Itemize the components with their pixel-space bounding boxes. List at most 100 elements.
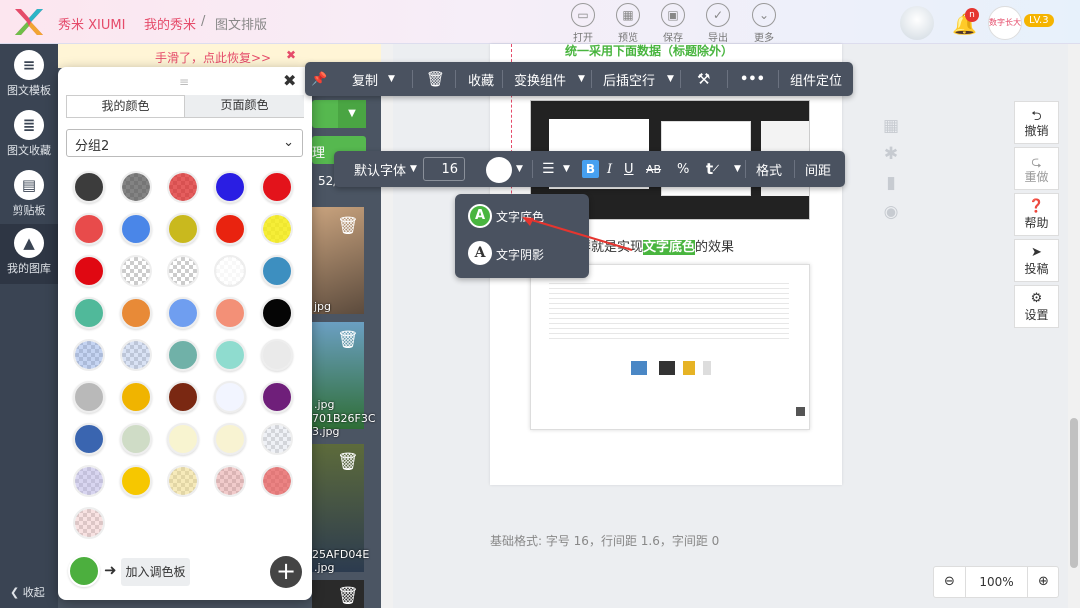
preview-button[interactable]: ▦ 预览 (610, 3, 646, 44)
tab-my-colors[interactable]: 我的颜色 (66, 95, 185, 117)
bar-chart-icon[interactable]: ▮ (880, 173, 902, 193)
color-swatch[interactable] (120, 171, 152, 203)
color-swatch[interactable] (167, 213, 199, 245)
nav-my-gallery[interactable]: ▲ 我的图库 (0, 224, 58, 284)
color-swatch[interactable] (167, 255, 199, 287)
avatar[interactable]: 数字长大 (988, 6, 1022, 40)
color-swatch[interactable] (261, 381, 293, 413)
color-swatch[interactable] (167, 339, 199, 371)
save-button[interactable]: ▣ 保存 (655, 3, 691, 44)
color-swatch[interactable] (73, 339, 105, 371)
color-swatch[interactable] (261, 255, 293, 287)
color-swatch[interactable] (214, 381, 246, 413)
color-swatch[interactable] (167, 297, 199, 329)
transform-button[interactable]: 变换组件 ▼ (514, 62, 585, 96)
spacing-button[interactable]: 间距 (805, 151, 831, 187)
group-select[interactable]: 分组2 ⌄ (66, 129, 303, 157)
text-background-icon[interactable]: A (468, 204, 492, 228)
caret-down-icon[interactable]: ▼ (516, 151, 523, 187)
color-swatch[interactable] (120, 297, 152, 329)
color-swatch[interactable] (214, 171, 246, 203)
color-swatch[interactable] (261, 339, 293, 371)
user-avatar-circle[interactable] (900, 6, 934, 40)
canvas-scrollbar[interactable] (1068, 44, 1080, 608)
collect-button[interactable]: 收藏 (468, 62, 494, 96)
nav-template[interactable]: ≡ 图文模板 (0, 46, 58, 104)
color-swatch[interactable] (120, 213, 152, 245)
asterisk-icon[interactable]: ✱ (880, 144, 902, 164)
caret-down-icon[interactable]: ▼ (734, 151, 741, 187)
nav-collect[interactable]: ≣ 图文收藏 (0, 106, 58, 164)
caret-down-icon[interactable]: ▼ (563, 151, 570, 187)
color-swatch[interactable] (120, 381, 152, 413)
format-button[interactable]: 格式 (756, 151, 782, 187)
close-icon[interactable]: ✖ (286, 48, 296, 62)
strikethrough-button[interactable]: AB (646, 151, 661, 187)
color-swatch[interactable] (167, 381, 199, 413)
export-button[interactable]: ✓ 导出 (700, 3, 736, 44)
color-swatch[interactable] (214, 297, 246, 329)
undo-button[interactable]: ⮌ 撤销 (1014, 101, 1059, 144)
trash-icon[interactable]: 🗑 (337, 586, 359, 606)
color-swatch[interactable] (73, 507, 105, 539)
color-swatch[interactable] (214, 255, 246, 287)
align-icon[interactable]: ☰ (542, 151, 555, 187)
open-button[interactable]: ▭ 打开 (565, 3, 601, 44)
xiumi-logo[interactable] (12, 6, 46, 38)
more-options-button[interactable]: ••• (740, 62, 765, 96)
close-icon[interactable]: ✖ (283, 71, 296, 90)
article-heading[interactable]: 统一采用下面数据（标题除外） (565, 42, 733, 59)
color-swatch[interactable] (261, 297, 293, 329)
trash-icon[interactable]: 🗑 (426, 62, 445, 96)
italic-button[interactable]: I (607, 151, 612, 187)
settings-button[interactable]: ⚙ 设置 (1014, 285, 1059, 328)
current-color-swatch[interactable] (68, 555, 100, 587)
color-swatch[interactable] (73, 381, 105, 413)
color-swatch[interactable] (120, 465, 152, 497)
text-effect-icon[interactable]: t ⟋ (706, 151, 719, 187)
collapse-button[interactable]: ❮ 收起 (10, 584, 45, 600)
font-select[interactable]: 默认字体 ▼ (354, 151, 417, 187)
zoom-level[interactable]: 100% (966, 567, 1027, 597)
crumb-mine[interactable]: 我的秀米 (144, 14, 196, 33)
nav-clipboard[interactable]: ▤ 剪贴板 (0, 166, 58, 224)
color-swatch[interactable] (167, 171, 199, 203)
grid-icon[interactable]: ▦ (880, 116, 902, 136)
color-swatch[interactable] (261, 213, 293, 245)
underline-button[interactable]: U (624, 151, 634, 187)
brand-link[interactable]: 秀米 XIUMI (58, 14, 125, 33)
trash-icon[interactable]: 🗑 (337, 216, 359, 236)
color-swatch[interactable] (120, 339, 152, 371)
color-swatch[interactable] (261, 171, 293, 203)
scrollbar-thumb[interactable] (1070, 418, 1078, 568)
tab-page-colors[interactable]: 页面颜色 (185, 95, 304, 117)
screenshot-image-2[interactable] (530, 264, 810, 430)
zoom-in-icon[interactable]: ⊕ (1027, 567, 1059, 597)
color-swatch[interactable] (73, 255, 105, 287)
color-swatch[interactable] (73, 297, 105, 329)
zoom-out-icon[interactable]: ⊖ (934, 567, 966, 597)
font-size-input[interactable]: 16 (423, 157, 465, 181)
copy-button[interactable]: 复制 ▼ (352, 62, 395, 96)
color-swatch[interactable] (214, 465, 246, 497)
color-swatch[interactable] (73, 465, 105, 497)
more-button[interactable]: ⌄ 更多 (746, 3, 782, 44)
help-button[interactable]: ❓ 帮助 (1014, 193, 1059, 236)
redo-button[interactable]: ⮎ 重做 (1014, 147, 1059, 190)
color-swatch[interactable] (120, 423, 152, 455)
color-swatch[interactable] (214, 423, 246, 455)
color-swatch[interactable] (214, 339, 246, 371)
insert-line-button[interactable]: 后插空行 ▼ (603, 62, 674, 96)
color-swatch[interactable] (167, 423, 199, 455)
color-swatch[interactable] (261, 423, 293, 455)
text-shadow-icon[interactable]: A (468, 241, 492, 265)
color-swatch[interactable] (261, 465, 293, 497)
restore-link[interactable]: 手滑了，点此恢复>> (155, 49, 271, 66)
trash-icon[interactable]: 🗑 (337, 330, 359, 350)
submit-button[interactable]: ➤ 投稿 (1014, 239, 1059, 282)
color-swatch[interactable] (214, 213, 246, 245)
caret-down-icon[interactable]: ▼ (338, 100, 366, 128)
drag-handle[interactable]: ≡ (179, 75, 189, 89)
font-color-swatch[interactable] (486, 157, 512, 183)
eye-icon[interactable]: ◉ (880, 202, 902, 222)
